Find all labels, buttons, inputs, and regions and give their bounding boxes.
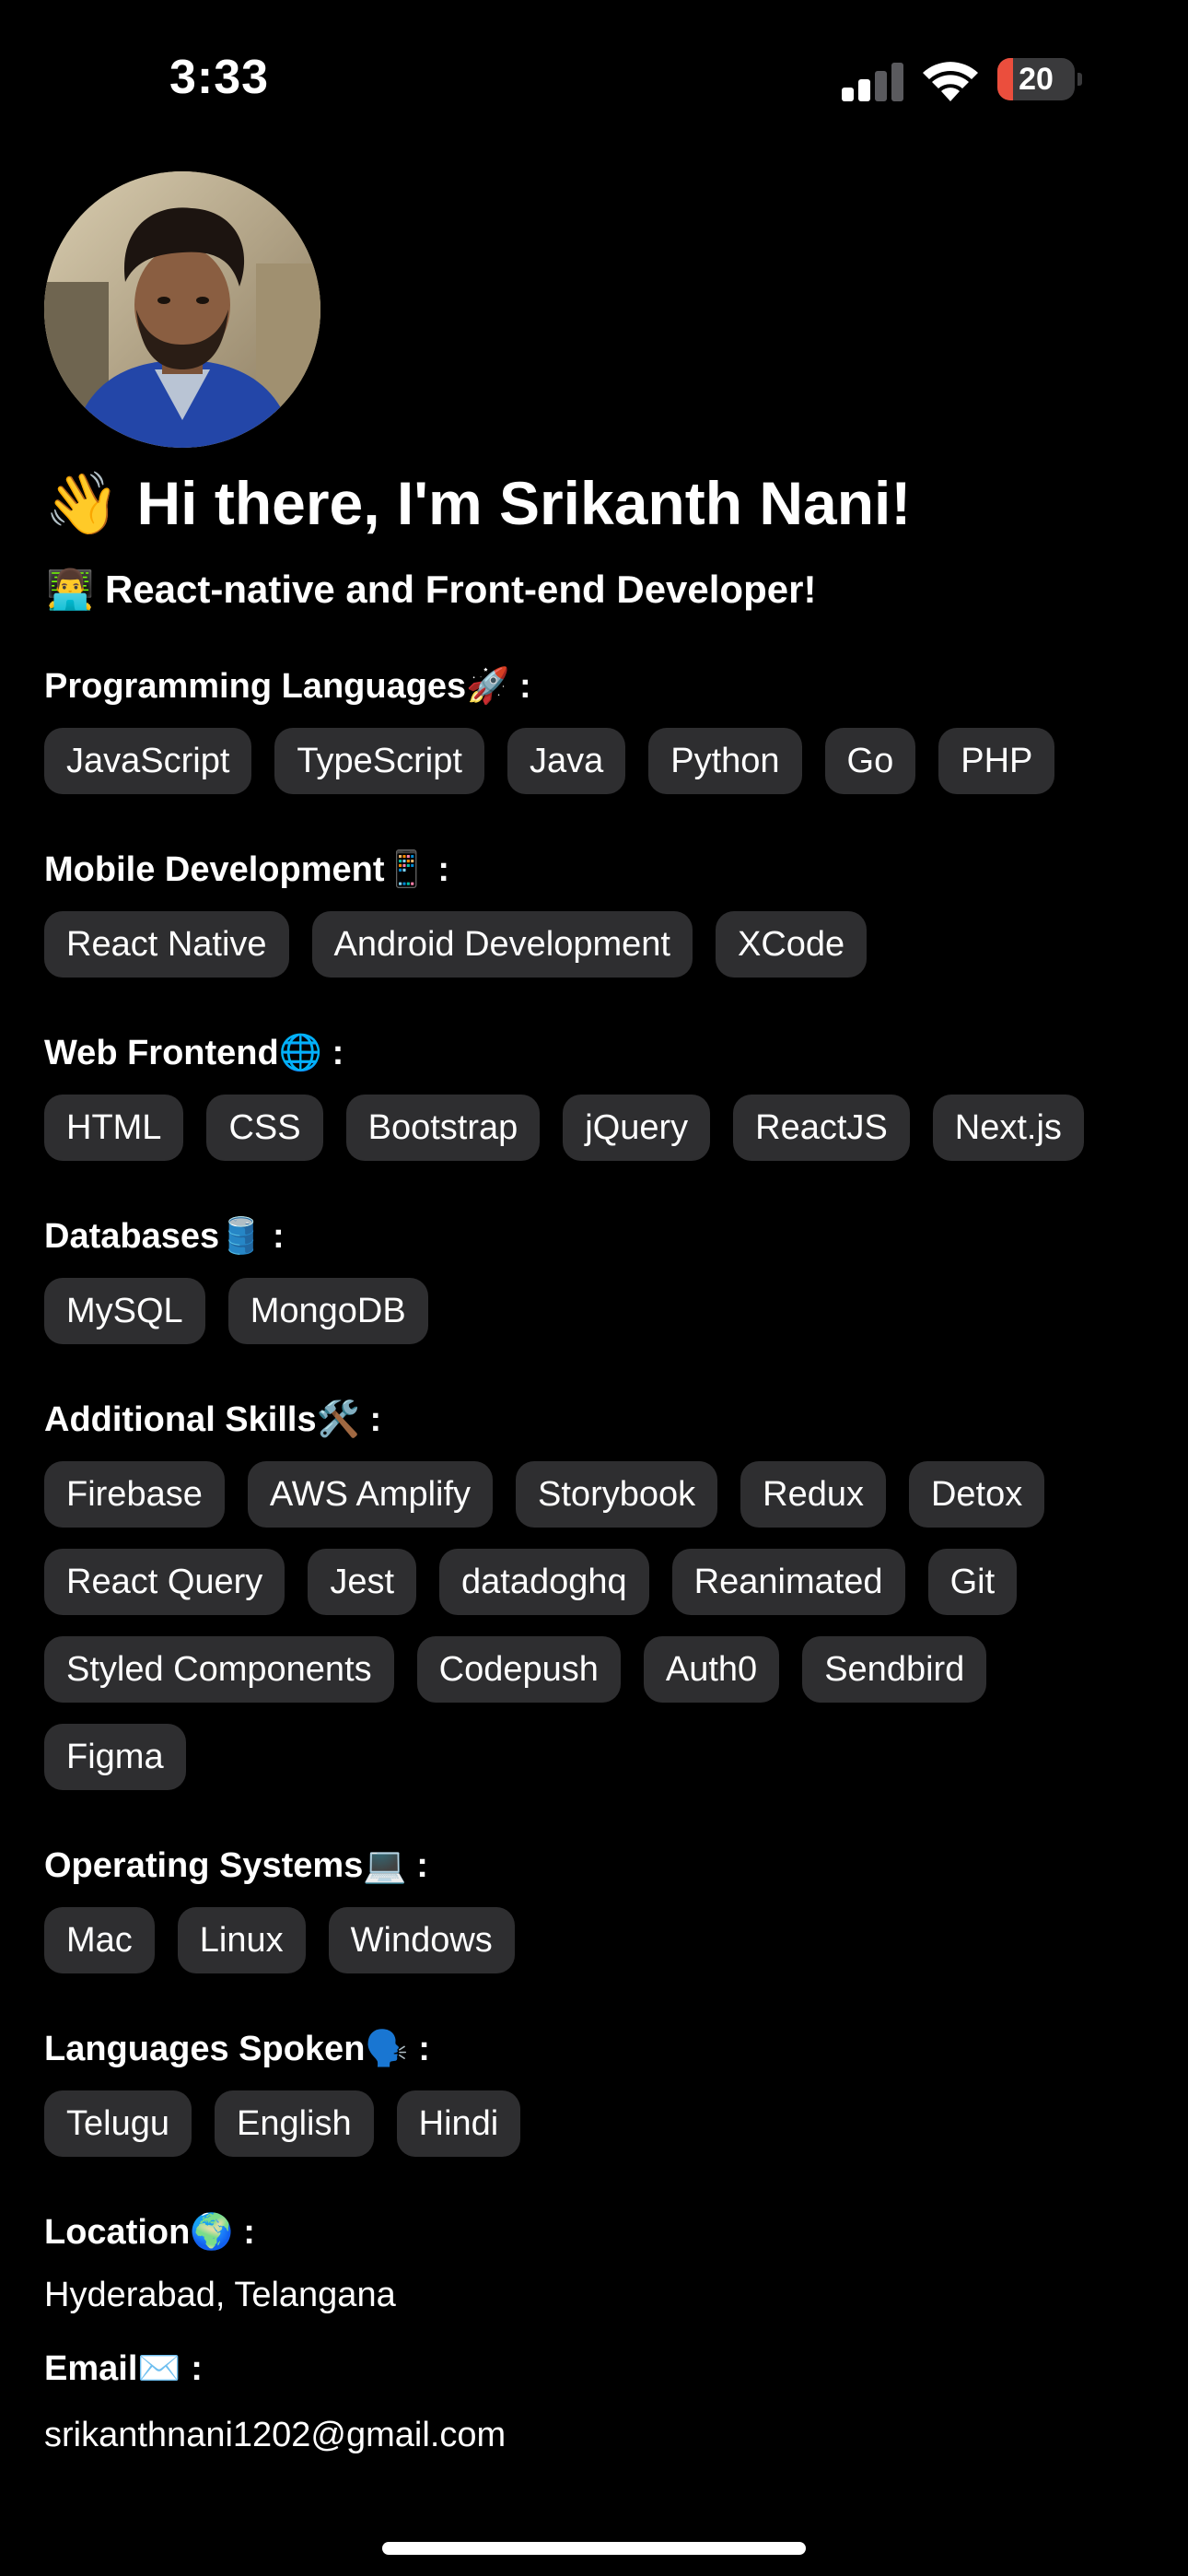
- skill-chip: Telugu: [44, 2090, 192, 2157]
- skill-chip: Android Development: [311, 911, 693, 978]
- section-title: Additional Skills🛠️ :: [44, 1400, 382, 1439]
- section-title: Operating Systems💻 :: [44, 1846, 428, 1885]
- skill-chip: Linux: [177, 1907, 306, 1973]
- skill-chip: Detox: [908, 1461, 1045, 1528]
- skill-chip: Sendbird: [802, 1636, 987, 1703]
- skill-chip: Codepush: [416, 1636, 621, 1703]
- skill-chip: Windows: [328, 1907, 515, 1973]
- skill-chip: React Query: [44, 1549, 285, 1615]
- skill-chip: Styled Components: [44, 1636, 394, 1703]
- skill-chip: Redux: [740, 1461, 886, 1528]
- skill-chip: jQuery: [563, 1095, 711, 1161]
- skill-chip: English: [214, 2090, 374, 2157]
- section-title: Mobile Development📱 :: [44, 850, 450, 889]
- skill-chip: Python: [648, 728, 802, 794]
- skill-chip: Mac: [44, 1907, 155, 1973]
- page-subtitle: 👨‍💻 React-native and Front-end Developer…: [46, 568, 817, 611]
- profile-content: Programming Languages🚀 : JavaScript TypeSc…: [44, 660, 1149, 2482]
- skill-chip-list: JavaScript TypeScript Java Python Go PHP: [44, 728, 1149, 815]
- skill-chip: HTML: [44, 1095, 184, 1161]
- battery-icon: 20: [997, 58, 1082, 100]
- skill-chip: Java: [507, 728, 626, 794]
- wifi-icon: [921, 57, 980, 103]
- skill-chip: Jest: [308, 1549, 417, 1615]
- skill-chip: XCode: [715, 911, 868, 978]
- cellular-signal-icon: [842, 61, 904, 101]
- skill-chip-list: MySQL MongoDB: [44, 1278, 1149, 1365]
- skill-chip: Bootstrap: [345, 1095, 541, 1161]
- profile-avatar: [44, 171, 320, 448]
- skill-chip: JavaScript: [44, 728, 252, 794]
- battery-percentage: 20: [1019, 62, 1054, 97]
- skill-chip: Auth0: [643, 1636, 780, 1703]
- skill-chip: Next.js: [932, 1095, 1084, 1161]
- home-indicator[interactable]: [382, 2542, 806, 2555]
- location-label: Location🌍 :: [44, 2213, 255, 2252]
- skill-chip: CSS: [206, 1095, 323, 1161]
- skill-chip-list: Telugu English Hindi: [44, 2090, 1149, 2178]
- skill-chip: React Native: [44, 911, 289, 978]
- skill-chip: MongoDB: [227, 1278, 428, 1344]
- skill-chip-list: React Native Android Development XCode: [44, 911, 1149, 999]
- skill-chip-list: Mac Linux Windows: [44, 1907, 1149, 1995]
- skill-chip: Storybook: [516, 1461, 718, 1528]
- skill-chip: Figma: [44, 1724, 186, 1790]
- section-title: Languages Spoken🗣️ :: [44, 2030, 430, 2068]
- page-title: 👋 Hi there, I'm Srikanth Nani!: [44, 469, 912, 537]
- skill-chip: Reanimated: [671, 1549, 905, 1615]
- email-label: Email✉️ :: [44, 2349, 203, 2388]
- skill-chip: ReactJS: [733, 1095, 910, 1161]
- email-value[interactable]: srikanthnani1202@gmail.com: [44, 2408, 1149, 2462]
- skill-chip-list: Firebase AWS Amplify Storybook Redux Detox Re…: [44, 1461, 1149, 1811]
- skill-chip: Hindi: [396, 2090, 521, 2157]
- section-title: Web Frontend🌐 :: [44, 1034, 344, 1072]
- skill-chip-list: HTML CSS Bootstrap jQuery ReactJS Next.js: [44, 1095, 1149, 1182]
- skill-chip: Firebase: [44, 1461, 225, 1528]
- skill-chip: Go: [824, 728, 916, 794]
- skill-chip: Git: [927, 1549, 1018, 1615]
- skill-chip: TypeScript: [274, 728, 484, 794]
- skill-chip: datadoghq: [439, 1549, 649, 1615]
- status-time: 3:33: [169, 51, 270, 104]
- location-value: Hyderabad, Telangana: [44, 2276, 396, 2314]
- skill-chip: AWS Amplify: [247, 1461, 494, 1528]
- skill-chip: MySQL: [44, 1278, 205, 1344]
- section-title: Programming Languages🚀 :: [44, 667, 531, 706]
- section-title: Databases🛢️ :: [44, 1217, 285, 1256]
- skill-chip: PHP: [938, 728, 1055, 794]
